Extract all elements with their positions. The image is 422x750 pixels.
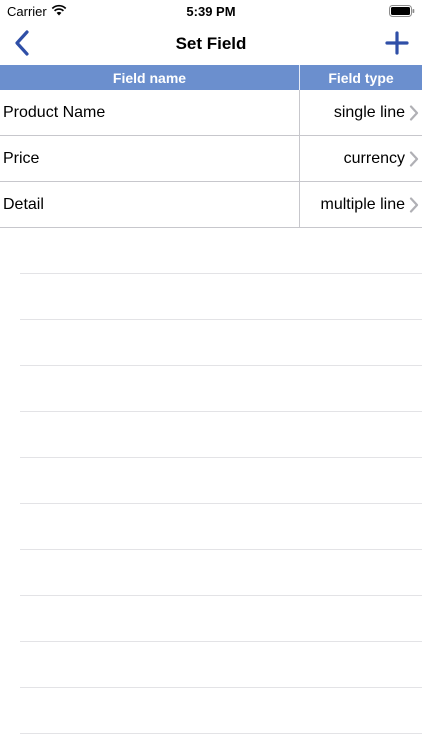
set-field-screen: Carrier 5:39 PM Set Field Field name Fie… — [0, 0, 422, 750]
empty-row-separator — [20, 411, 422, 412]
empty-row-separator — [20, 549, 422, 550]
field-name-cell: Detail — [3, 196, 44, 213]
table-row[interactable]: Product Name single line — [0, 90, 422, 136]
field-type-cell: multiple line — [320, 196, 405, 213]
empty-row-separator — [20, 503, 422, 504]
cell-divider — [299, 182, 300, 228]
table-header: Field name Field type — [0, 65, 422, 90]
field-type-cell: currency — [343, 150, 405, 167]
page-title: Set Field — [175, 34, 247, 53]
empty-row-separator — [20, 641, 422, 642]
status-bar: Carrier 5:39 PM — [0, 0, 422, 22]
table-row[interactable]: Detail multiple line — [0, 182, 422, 228]
column-header-field-type: Field type — [328, 70, 394, 86]
status-time: 5:39 PM — [186, 4, 236, 19]
empty-row-separator — [20, 273, 422, 274]
add-field-button[interactable] — [384, 30, 410, 56]
empty-row-separator — [20, 733, 422, 734]
navigation-bar: Set Field — [0, 22, 422, 65]
chevron-right-icon — [409, 197, 419, 213]
field-type-cell: single line — [333, 104, 405, 121]
battery-icon — [389, 5, 415, 17]
cell-divider — [299, 90, 300, 136]
empty-row-separator — [20, 457, 422, 458]
field-name-cell: Price — [3, 150, 40, 167]
chevron-right-icon — [409, 151, 419, 167]
field-name-cell: Product Name — [3, 104, 106, 121]
table-row[interactable]: Price currency — [0, 136, 422, 182]
empty-row-separator — [20, 319, 422, 320]
empty-row-separator — [20, 595, 422, 596]
column-header-field-name: Field name — [112, 70, 187, 86]
empty-row-separator — [20, 687, 422, 688]
chevron-right-icon — [409, 105, 419, 121]
cell-divider — [299, 136, 300, 182]
empty-row-separator — [20, 365, 422, 366]
